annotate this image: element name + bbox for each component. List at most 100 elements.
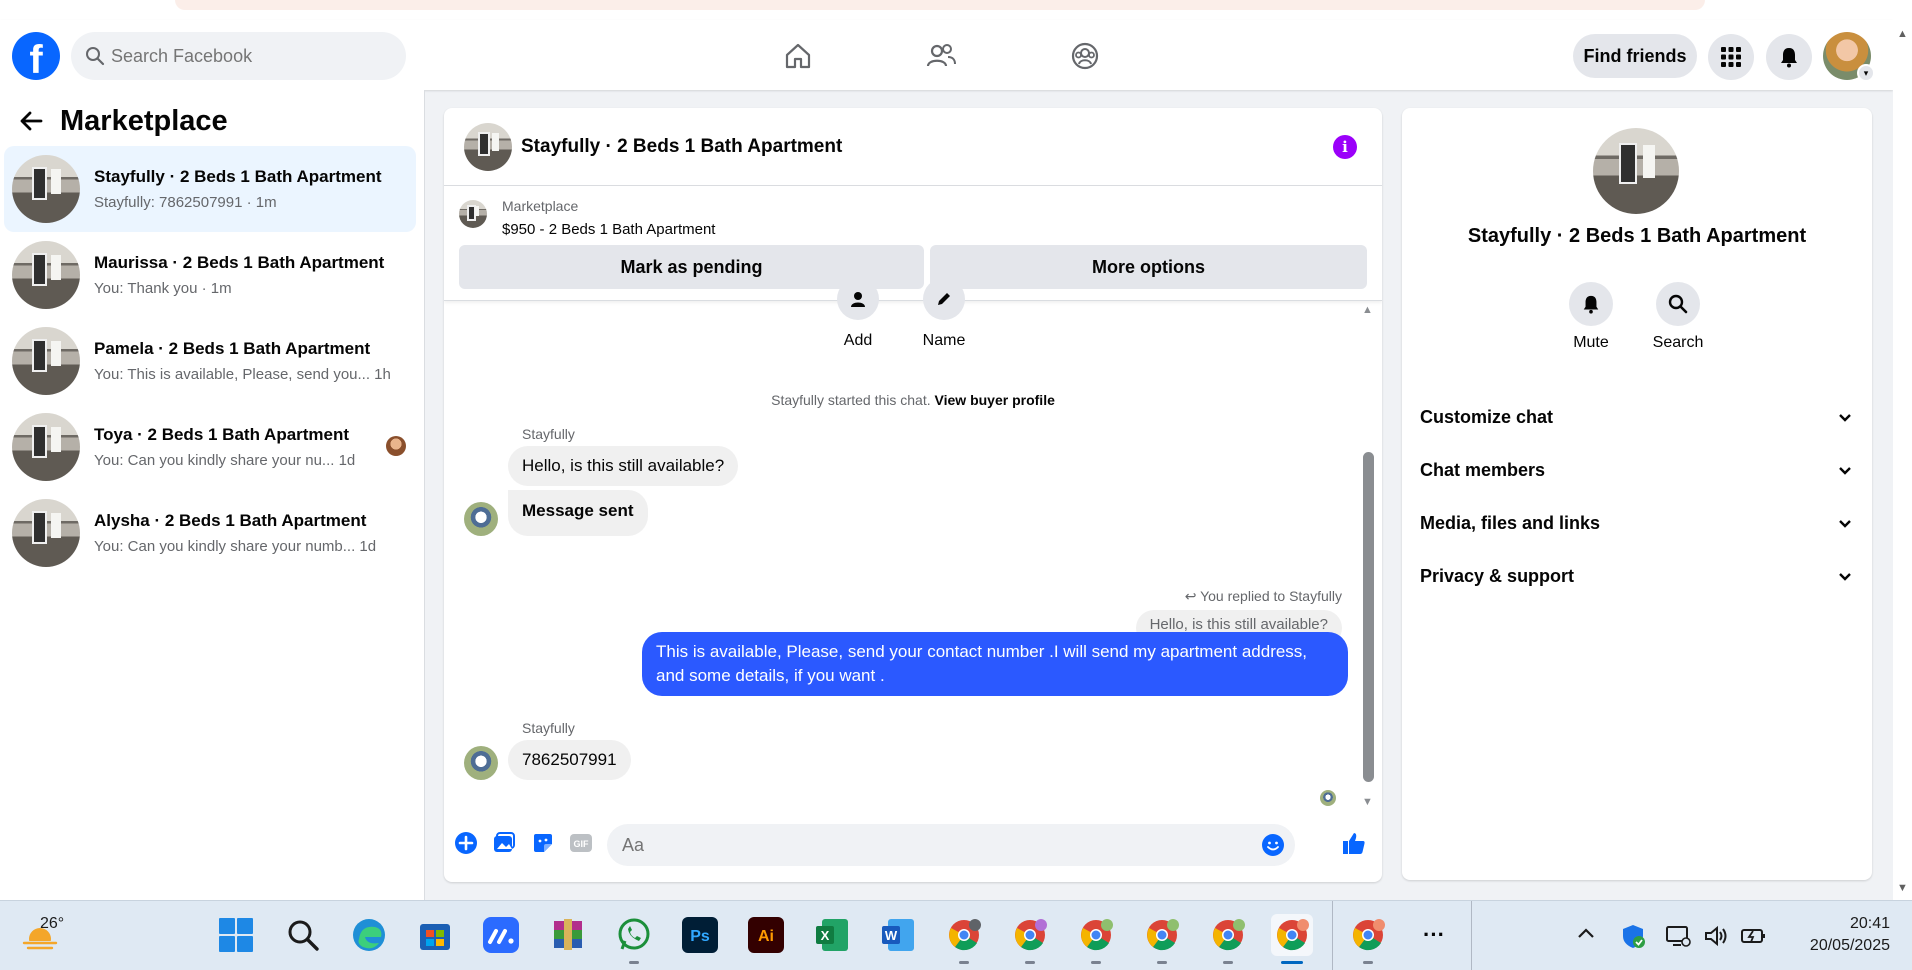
section-chat-members[interactable]: Chat members (1420, 450, 1852, 490)
more-apps-icon[interactable]: ··· (1413, 914, 1455, 956)
outgoing-message[interactable]: This is available, Please, send your con… (642, 632, 1348, 696)
conversation-item[interactable]: Alysha · 2 Beds 1 Bath Apartment You: Ca… (4, 490, 416, 576)
microsoft-store-icon[interactable] (414, 914, 456, 956)
profile-avatar[interactable]: ▾ (1823, 32, 1875, 82)
message-input-box[interactable] (607, 824, 1295, 866)
winrar-icon[interactable] (547, 914, 589, 956)
chrome-icon[interactable] (1075, 914, 1117, 964)
facebook-logo[interactable]: f (12, 32, 60, 80)
incoming-message[interactable]: Message sent (508, 490, 648, 536)
notifications-bell-icon[interactable] (1766, 34, 1812, 80)
pencil-icon[interactable] (923, 278, 965, 320)
taskbar-search-icon[interactable] (282, 914, 324, 956)
illustrator-icon[interactable]: Ai (745, 914, 787, 956)
chrome-icon[interactable] (943, 914, 985, 964)
chat-info-panel: Stayfully · 2 Beds 1 Bath Apartment Mute… (1402, 108, 1872, 880)
info-icon[interactable]: i (1333, 135, 1357, 159)
section-privacy-support[interactable]: Privacy & support (1420, 556, 1852, 596)
excel-icon[interactable]: X (811, 914, 853, 956)
find-friends-button[interactable]: Find friends (1573, 34, 1697, 78)
network-icon[interactable] (1665, 923, 1691, 954)
chrome-icon[interactable] (1207, 914, 1249, 964)
search-input[interactable] (111, 32, 391, 80)
thumbs-up-icon[interactable] (1341, 830, 1367, 856)
incoming-message[interactable]: 7862507991 (508, 740, 631, 780)
bell-icon[interactable] (1569, 282, 1613, 326)
chevron-up-icon[interactable] (1576, 923, 1596, 948)
battery-icon[interactable] (1740, 923, 1766, 954)
scroll-up-arrow-icon[interactable]: ▲ (1362, 304, 1373, 316)
menu-grid-icon[interactable] (1708, 34, 1754, 80)
whatsapp-icon[interactable] (613, 914, 655, 964)
chevron-down-icon[interactable]: ▾ (1857, 64, 1875, 82)
monday-app-icon[interactable] (480, 914, 522, 956)
chevron-down-icon (1838, 407, 1852, 428)
search-icon[interactable] (1656, 282, 1700, 326)
system-clock[interactable]: 20:41 20/05/2025 (1770, 913, 1890, 957)
scrollbar-thumb[interactable] (1363, 452, 1374, 782)
taskbar-divider (1471, 901, 1472, 970)
message-input[interactable] (622, 824, 1222, 866)
system-note: Stayfully started this chat. View buyer … (444, 392, 1382, 408)
plus-circle-icon[interactable] (453, 830, 479, 856)
running-indicator (1223, 961, 1233, 964)
chrome-icon-active[interactable] (1271, 914, 1313, 964)
mute-action[interactable]: Mute (1556, 282, 1626, 352)
svg-text:W: W (885, 928, 898, 943)
photoshop-icon[interactable]: Ps (679, 914, 721, 956)
chrome-icon[interactable] (1347, 914, 1389, 964)
conversation-item[interactable]: Pamela · 2 Beds 1 Bath Apartment You: Th… (4, 318, 416, 404)
page-scrollbar[interactable]: ▲ ▼ (1893, 20, 1912, 900)
word-icon[interactable]: W (877, 914, 919, 956)
running-indicator (629, 961, 639, 964)
defender-shield-icon[interactable] (1620, 923, 1646, 954)
browser-address-pill (175, 0, 1705, 10)
incoming-message[interactable]: Hello, is this still available? (508, 446, 739, 486)
more-options-button[interactable]: More options (930, 245, 1367, 289)
listing-thumbnail[interactable] (1593, 128, 1679, 214)
scroll-down-arrow-icon[interactable]: ▼ (1897, 882, 1908, 894)
scroll-up-arrow-icon[interactable]: ▲ (1897, 28, 1908, 40)
add-person-icon[interactable] (837, 278, 879, 320)
conversation-item[interactable]: Maurissa · 2 Beds 1 Bath Apartment You: … (4, 232, 416, 318)
section-customize-chat[interactable]: Customize chat (1420, 397, 1852, 437)
page-title: Marketplace (60, 104, 228, 137)
section-media-files-links[interactable]: Media, files and links (1420, 503, 1852, 543)
conversation-preview: You: Can you kindly share your nu... 1d (94, 452, 356, 469)
chrome-icon[interactable] (1141, 914, 1183, 964)
groups-icon[interactable] (1061, 32, 1109, 80)
info-title: Stayfully · 2 Beds 1 Bath Apartment (1467, 225, 1807, 247)
conversation-item[interactable]: Stayfully · 2 Beds 1 Bath Apartment Stay… (4, 146, 416, 232)
edge-browser-icon[interactable] (348, 914, 390, 956)
conversation-preview: You: Can you kindly share your numb... 1… (94, 538, 377, 555)
gif-icon[interactable]: GIF (568, 830, 594, 856)
chrome-icon[interactable] (1009, 914, 1051, 964)
chat-title[interactable]: Stayfully · 2 Beds 1 Bath Apartment (521, 136, 842, 158)
section-label: Chat members (1420, 459, 1546, 480)
weather-widget[interactable]: 26° (20, 915, 64, 960)
conversation-item[interactable]: Toya · 2 Beds 1 Bath Apartment You: Can … (4, 404, 416, 490)
sender-avatar[interactable] (464, 746, 498, 780)
back-arrow-icon[interactable] (14, 104, 48, 138)
view-buyer-profile-link[interactable]: View buyer profile (935, 392, 1055, 408)
photo-icon[interactable] (491, 830, 517, 856)
chat-scrollbar[interactable]: ▲ ▼ (1361, 302, 1375, 812)
sticker-icon[interactable] (530, 830, 556, 856)
friends-icon[interactable] (917, 32, 965, 80)
search-action[interactable]: Search (1643, 282, 1713, 352)
chat-thumbnail[interactable] (464, 123, 512, 171)
sender-avatar[interactable] (464, 502, 498, 536)
home-icon[interactable] (774, 32, 822, 80)
windows-start-icon[interactable] (215, 914, 257, 956)
listing-thumbnail (12, 499, 80, 567)
scroll-down-arrow-icon[interactable]: ▼ (1362, 796, 1373, 808)
seen-avatar (386, 436, 406, 456)
search-box[interactable] (71, 32, 406, 80)
chat-header: Stayfully · 2 Beds 1 Bath Apartment i (444, 108, 1382, 186)
listing-thumbnail[interactable] (459, 200, 487, 228)
emoji-icon[interactable] (1261, 833, 1285, 862)
conversation-name: Toya · 2 Beds 1 Bath Apartment (94, 425, 350, 444)
message-area: Add Name Stayfully started this chat. Vi… (444, 278, 1382, 882)
listing-price-title[interactable]: $950 - 2 Beds 1 Bath Apartment (502, 221, 715, 238)
volume-icon[interactable] (1703, 923, 1729, 954)
